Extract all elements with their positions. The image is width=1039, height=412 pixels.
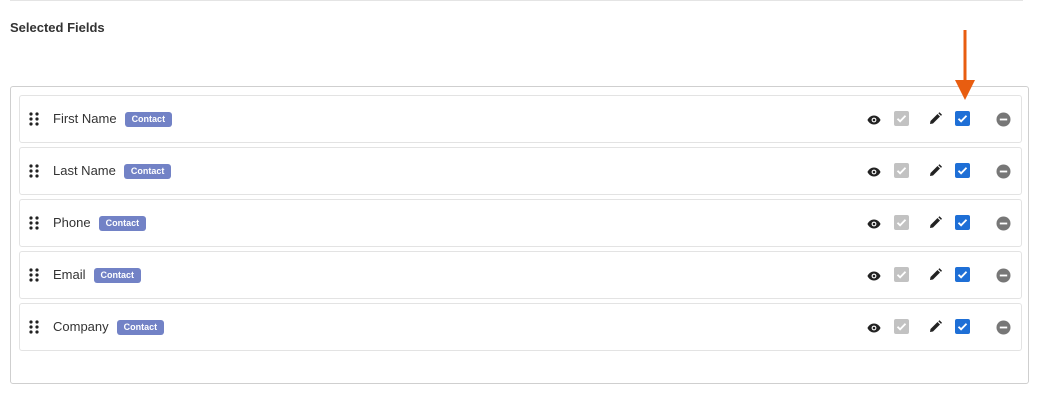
source-badge: Contact [124, 112, 173, 127]
field-name: First Name [53, 111, 117, 126]
source-badge: Contact [98, 216, 147, 231]
source-badge: Contact [123, 164, 172, 179]
remove-field-icon[interactable] [996, 268, 1011, 283]
field-label: Email Contact [53, 267, 142, 283]
eye-icon [867, 217, 881, 229]
remove-field-icon[interactable] [996, 216, 1011, 231]
view-checkbox [894, 215, 909, 230]
edit-checkbox[interactable] [955, 215, 970, 230]
drag-handle-icon[interactable] [29, 164, 39, 178]
top-divider [10, 0, 1023, 1]
selected-fields-panel: First Name Contact Last Name Contact Phone… [10, 86, 1029, 384]
annotation-arrow-icon [954, 30, 976, 102]
drag-handle-icon[interactable] [29, 112, 39, 126]
pencil-icon [929, 164, 942, 177]
field-label: First Name Contact [53, 111, 173, 127]
pencil-icon [929, 216, 942, 229]
field-row: Email Contact [19, 251, 1022, 299]
pencil-icon [929, 112, 942, 125]
drag-handle-icon[interactable] [29, 268, 39, 282]
field-name: Phone [53, 215, 91, 230]
section-title: Selected Fields [10, 20, 105, 35]
edit-checkbox[interactable] [955, 163, 970, 178]
field-label: Company Contact [53, 319, 165, 335]
field-row: Phone Contact [19, 199, 1022, 247]
remove-field-icon[interactable] [996, 112, 1011, 127]
drag-handle-icon[interactable] [29, 216, 39, 230]
view-checkbox [894, 319, 909, 334]
field-row: Company Contact [19, 303, 1022, 351]
source-badge: Contact [116, 320, 165, 335]
pencil-icon [929, 320, 942, 333]
field-label: Last Name Contact [53, 163, 172, 179]
remove-field-icon[interactable] [996, 164, 1011, 179]
eye-icon [867, 321, 881, 333]
field-name: Company [53, 319, 109, 334]
eye-icon [867, 113, 881, 125]
edit-checkbox[interactable] [955, 267, 970, 282]
drag-handle-icon[interactable] [29, 320, 39, 334]
eye-icon [867, 165, 881, 177]
remove-field-icon[interactable] [996, 320, 1011, 335]
source-badge: Contact [93, 268, 142, 283]
view-checkbox [894, 163, 909, 178]
field-label: Phone Contact [53, 215, 147, 231]
field-name: Last Name [53, 163, 116, 178]
field-name: Email [53, 267, 86, 282]
pencil-icon [929, 268, 942, 281]
field-row: Last Name Contact [19, 147, 1022, 195]
view-checkbox [894, 267, 909, 282]
edit-checkbox[interactable] [955, 319, 970, 334]
eye-icon [867, 269, 881, 281]
view-checkbox [894, 111, 909, 126]
edit-checkbox[interactable] [955, 111, 970, 126]
field-row: First Name Contact [19, 95, 1022, 143]
